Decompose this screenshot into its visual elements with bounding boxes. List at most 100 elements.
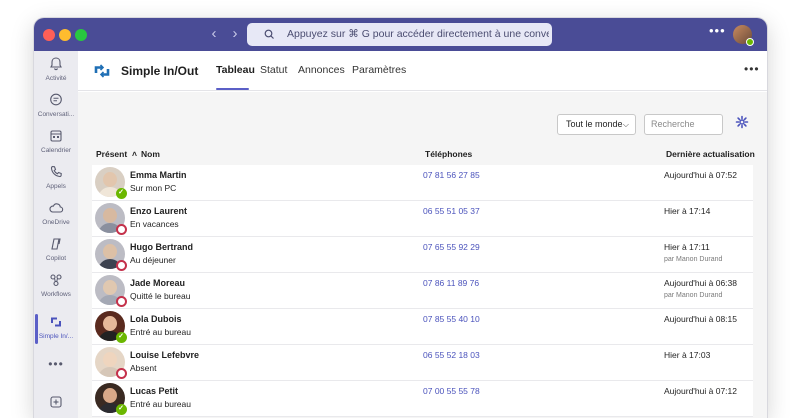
chat-icon bbox=[34, 92, 78, 108]
column-header-name[interactable]: Nom bbox=[141, 149, 160, 159]
phone-link[interactable]: 06 55 51 05 37 bbox=[423, 206, 480, 216]
tab-parametres[interactable]: Paramètres bbox=[352, 64, 406, 76]
presence-available-icon bbox=[746, 38, 754, 46]
absent-status-icon bbox=[116, 368, 127, 379]
phone-link[interactable]: 07 85 55 40 10 bbox=[423, 314, 480, 324]
table-row[interactable]: Lola Dubois Entré au bureau 07 85 55 40 … bbox=[92, 309, 753, 345]
column-header-updated: Dernière actualisation bbox=[666, 149, 755, 159]
global-search-placeholder: Appuyez sur ⌘ G pour accéder directement… bbox=[287, 28, 549, 40]
board-content: Tout le monde ⌵ Recherche Présent ˄ Nom … bbox=[78, 92, 767, 418]
sort-ascending-icon[interactable]: ˄ bbox=[132, 149, 137, 159]
rail-item-chat[interactable]: Conversati... bbox=[34, 89, 78, 125]
rail-label: Copilot bbox=[45, 255, 67, 262]
phone-link[interactable]: 07 00 55 55 78 bbox=[423, 386, 480, 396]
board-search-placeholder: Recherche bbox=[651, 119, 695, 129]
phone-link[interactable]: 07 81 56 27 85 bbox=[423, 170, 480, 180]
absent-status-icon bbox=[116, 224, 127, 235]
last-update: Aujourd'hui à 08:15 bbox=[664, 314, 737, 324]
table-row[interactable]: Lucas Petit Entré au bureau 07 00 55 55 … bbox=[92, 381, 753, 417]
last-update: Aujourd'hui à 07:52 bbox=[664, 170, 737, 180]
rail-item-workflows[interactable]: Workflows bbox=[34, 269, 78, 305]
minimize-window-button[interactable] bbox=[59, 29, 71, 41]
rail-item-activity[interactable]: Activité bbox=[34, 53, 78, 89]
phone-icon bbox=[34, 164, 78, 180]
global-search-bar[interactable]: Appuyez sur ⌘ G pour accéder directement… bbox=[247, 23, 552, 46]
rail-label: Appels bbox=[46, 183, 66, 190]
person-status: Quitté le bureau bbox=[130, 291, 191, 301]
tab-tableau[interactable]: Tableau bbox=[216, 64, 255, 76]
table-row[interactable]: Louise Lefebvre Absent 06 55 52 18 03 Hi… bbox=[92, 345, 753, 381]
rail-item-simple-in-out[interactable]: Simple In/... bbox=[34, 311, 78, 347]
rail-item-onedrive[interactable]: OneDrive bbox=[34, 197, 78, 233]
simple-in-out-logo-icon bbox=[93, 62, 111, 80]
gear-icon[interactable] bbox=[734, 114, 750, 130]
rail-label: Workflows bbox=[41, 291, 71, 298]
table-row[interactable]: Emma Martin Sur mon PC 07 81 56 27 85 Au… bbox=[92, 165, 753, 201]
table-row[interactable]: Hugo Bertrand Au déjeuner 07 65 55 92 29… bbox=[92, 237, 753, 273]
group-filter-value: Tout le monde bbox=[566, 119, 623, 129]
copilot-icon bbox=[34, 236, 78, 252]
person-status: Absent bbox=[130, 363, 157, 373]
more-horizontal-icon: ••• bbox=[48, 357, 64, 371]
active-indicator bbox=[35, 314, 38, 344]
column-header-phones: Téléphones bbox=[425, 149, 473, 159]
app-header: Simple In/Out Tableau Statut Annonces Pa… bbox=[78, 51, 767, 91]
column-header-present[interactable]: Présent bbox=[96, 149, 127, 159]
group-filter-select[interactable]: Tout le monde ⌵ bbox=[557, 114, 636, 135]
last-update: Hier à 17:11 bbox=[664, 242, 710, 252]
more-options-icon[interactable]: ••• bbox=[709, 23, 726, 38]
bell-icon bbox=[34, 56, 78, 72]
absent-status-icon bbox=[116, 296, 127, 307]
person-name: Emma Martin bbox=[130, 170, 187, 180]
person-name: Lucas Petit bbox=[130, 386, 179, 396]
phone-link[interactable]: 06 55 52 18 03 bbox=[423, 350, 480, 360]
chevron-down-icon: ⌵ bbox=[622, 120, 629, 129]
search-icon bbox=[264, 23, 274, 46]
maximize-window-button[interactable] bbox=[75, 29, 87, 41]
calendar-icon bbox=[34, 128, 78, 144]
people-table: Emma Martin Sur mon PC 07 81 56 27 85 Au… bbox=[92, 165, 753, 417]
table-row[interactable]: Jade Moreau Quitté le bureau 07 86 11 89… bbox=[92, 273, 753, 309]
teams-window: ‹ › Appuyez sur ⌘ G pour accéder directe… bbox=[34, 18, 767, 418]
person-name: Hugo Bertrand bbox=[130, 242, 193, 252]
person-status: Entré au bureau bbox=[130, 327, 191, 337]
rail-more-apps-button[interactable]: ••• bbox=[34, 353, 78, 373]
person-name: Lola Dubois bbox=[130, 314, 182, 324]
user-avatar[interactable] bbox=[733, 25, 754, 46]
board-search-input[interactable]: Recherche bbox=[644, 114, 723, 135]
present-check-icon bbox=[116, 332, 127, 343]
table-row[interactable]: Enzo Laurent En vacances 06 55 51 05 37 … bbox=[92, 201, 753, 237]
tab-statut[interactable]: Statut bbox=[260, 64, 287, 76]
person-name: Louise Lefebvre bbox=[130, 350, 200, 360]
app-more-options-icon[interactable]: ••• bbox=[744, 62, 760, 76]
present-check-icon bbox=[116, 404, 127, 415]
rail-label: Conversati... bbox=[37, 111, 75, 118]
app-rail: Activité Conversati... Calendrier Appels… bbox=[34, 51, 78, 418]
back-arrow-icon[interactable]: ‹ bbox=[205, 25, 223, 43]
phone-link[interactable]: 07 86 11 89 76 bbox=[423, 278, 479, 288]
person-status: Sur mon PC bbox=[130, 183, 177, 193]
absent-status-icon bbox=[116, 260, 127, 271]
rail-label: OneDrive bbox=[42, 219, 70, 226]
updated-by: par Manon Durand bbox=[664, 292, 723, 299]
phone-link[interactable]: 07 65 55 92 29 bbox=[423, 242, 480, 252]
close-window-button[interactable] bbox=[43, 29, 55, 41]
tab-annonces[interactable]: Annonces bbox=[298, 64, 345, 76]
cloud-icon bbox=[34, 200, 78, 216]
app-title: Simple In/Out bbox=[121, 64, 199, 78]
rail-add-app-button[interactable] bbox=[34, 391, 78, 415]
rail-label: Simple In/... bbox=[38, 333, 74, 340]
rail-item-calendar[interactable]: Calendrier bbox=[34, 125, 78, 161]
rail-label: Activité bbox=[45, 75, 67, 82]
present-check-icon bbox=[116, 188, 127, 199]
main-area: Simple In/Out Tableau Statut Annonces Pa… bbox=[78, 51, 767, 418]
rail-item-calls[interactable]: Appels bbox=[34, 161, 78, 197]
rail-item-copilot[interactable]: Copilot bbox=[34, 233, 78, 269]
title-bar: ‹ › Appuyez sur ⌘ G pour accéder directe… bbox=[34, 18, 767, 51]
plus-square-icon bbox=[34, 394, 78, 410]
person-status: En vacances bbox=[130, 219, 179, 229]
active-tab-underline bbox=[216, 88, 249, 90]
forward-arrow-icon[interactable]: › bbox=[226, 25, 244, 43]
person-status: Au déjeuner bbox=[130, 255, 176, 265]
last-update: Aujourd'hui à 07:12 bbox=[664, 386, 737, 396]
